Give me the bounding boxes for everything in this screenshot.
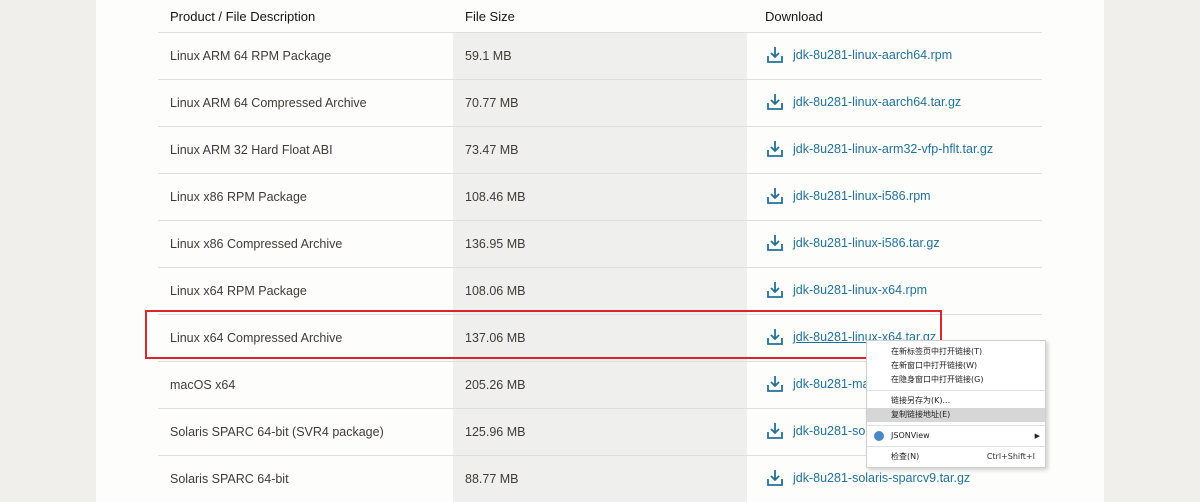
download-link[interactable]: jdk-8u281-sola: [765, 421, 875, 441]
download-filename: jdk-8u281-linux-i586.rpm: [793, 188, 931, 203]
download-filename: jdk-8u281-solaris-sparcv9.tar.gz: [793, 470, 971, 485]
row-file-size: 88.77 MB: [453, 455, 747, 502]
download-icon: [767, 234, 783, 251]
row-description: Linux x86 Compressed Archive: [158, 220, 453, 268]
table-row: Linux ARM 32 Hard Float ABI 73.47 MB jdk-8…: [158, 126, 1042, 174]
ctx-separator: [867, 446, 1045, 447]
header-description: Product / File Description: [170, 8, 316, 24]
ctx-open-new-window[interactable]: 在新窗口中打开链接(W): [867, 359, 1045, 373]
row-file-size: 73.47 MB: [453, 126, 747, 174]
download-filename: jdk-8u281-linux-aarch64.rpm: [793, 47, 953, 62]
download-filename: jdk-8u281-mac: [793, 376, 876, 391]
table-row: Linux ARM 64 RPM Package 59.1 MB jdk-8u281…: [158, 32, 1042, 80]
download-icon: [767, 140, 783, 157]
ctx-separator: [867, 390, 1045, 391]
download-link[interactable]: jdk-8u281-linux-arm32-vfp-hflt.tar.gz: [765, 139, 993, 159]
context-menu: 在新标签页中打开链接(T) 在新窗口中打开链接(W) 在隐身窗口中打开链接(G)…: [866, 340, 1046, 468]
download-filename: jdk-8u281-linux-arm32-vfp-hflt.tar.gz: [793, 141, 994, 156]
download-link[interactable]: jdk-8u281-linux-aarch64.tar.gz: [765, 92, 961, 112]
table-row: Linux ARM 64 Compressed Archive 70.77 MB j…: [158, 79, 1042, 127]
download-link[interactable]: jdk-8u281-linux-x64.rpm: [765, 280, 927, 300]
row-download: jdk-8u281-linux-x64.rpm: [747, 267, 1042, 315]
row-file-size: 108.46 MB: [453, 173, 747, 221]
table-header-row: Product / File Description File Size Dow…: [158, 0, 1042, 33]
download-icon: [767, 422, 783, 439]
ctx-shortcut: Ctrl+Shift+I: [986, 452, 1035, 461]
table-row: Linux x64 RPM Package 108.06 MB jdk-8u281-…: [158, 267, 1042, 315]
table-row: Linux x86 Compressed Archive 136.95 MB jdk…: [158, 220, 1042, 268]
row-file-size: 205.26 MB: [453, 361, 747, 409]
header-file-size: File Size: [465, 8, 515, 24]
ctx-jsonview[interactable]: JSONView ▶: [867, 429, 1045, 443]
download-link[interactable]: jdk-8u281-solaris-sparcv9.tar.gz: [765, 468, 970, 488]
table-row: Linux x86 RPM Package 108.46 MB jdk-8u281-…: [158, 173, 1042, 221]
ctx-label: JSONView: [891, 431, 930, 440]
download-filename: jdk-8u281-linux-aarch64.tar.gz: [793, 94, 962, 109]
row-description: macOS x64: [158, 361, 453, 409]
ctx-open-incognito[interactable]: 在隐身窗口中打开链接(G): [867, 373, 1045, 387]
row-download: jdk-8u281-linux-arm32-vfp-hflt.tar.gz: [747, 126, 1042, 174]
row-description: Solaris SPARC 64-bit (SVR4 package): [158, 408, 453, 456]
row-description: Linux x64 RPM Package: [158, 267, 453, 315]
download-filename: jdk-8u281-sola: [793, 423, 875, 438]
ctx-separator: [867, 425, 1045, 426]
row-file-size: 108.06 MB: [453, 267, 747, 315]
row-download: jdk-8u281-linux-aarch64.tar.gz: [747, 79, 1042, 127]
row-download: jdk-8u281-linux-aarch64.rpm: [747, 32, 1042, 80]
ctx-label: 在新窗口中打开链接(W): [891, 361, 978, 370]
download-icon: [767, 46, 783, 63]
row-file-size: 59.1 MB: [453, 32, 747, 80]
row-description: Linux x64 Compressed Archive: [158, 314, 453, 362]
download-link[interactable]: jdk-8u281-mac: [765, 374, 876, 394]
row-file-size: 137.06 MB: [453, 314, 747, 362]
ctx-copy-link-address[interactable]: 复制链接地址(E): [867, 408, 1045, 422]
download-icon: [767, 328, 783, 345]
download-filename: jdk-8u281-linux-i586.tar.gz: [793, 235, 940, 250]
row-description: Linux ARM 64 Compressed Archive: [158, 79, 453, 127]
download-icon: [767, 93, 783, 110]
row-description: Linux ARM 32 Hard Float ABI: [158, 126, 453, 174]
ctx-label: 检查(N): [891, 452, 920, 461]
download-filename: jdk-8u281-linux-x64.rpm: [793, 282, 928, 297]
row-download: jdk-8u281-linux-i586.rpm: [747, 173, 1042, 221]
ctx-open-new-tab[interactable]: 在新标签页中打开链接(T): [867, 345, 1045, 359]
row-file-size: 70.77 MB: [453, 79, 747, 127]
ctx-label: 在隐身窗口中打开链接(G): [891, 375, 984, 384]
download-icon: [767, 281, 783, 298]
download-link[interactable]: jdk-8u281-linux-aarch64.rpm: [765, 45, 952, 65]
row-description: Linux x86 RPM Package: [158, 173, 453, 221]
ctx-label: 链接另存为(K)...: [891, 396, 951, 405]
download-link[interactable]: jdk-8u281-linux-i586.tar.gz: [765, 233, 940, 253]
ctx-label: 复制链接地址(E): [891, 410, 951, 419]
download-icon: [767, 187, 783, 204]
ctx-inspect[interactable]: 检查(N) Ctrl+Shift+I: [867, 450, 1045, 464]
row-description: Solaris SPARC 64-bit: [158, 455, 453, 502]
row-file-size: 136.95 MB: [453, 220, 747, 268]
ctx-label: 在新标签页中打开链接(T): [891, 347, 983, 356]
header-download: Download: [765, 8, 823, 24]
ctx-save-link-as[interactable]: 链接另存为(K)...: [867, 394, 1045, 408]
row-download: jdk-8u281-linux-i586.tar.gz: [747, 220, 1042, 268]
row-file-size: 125.96 MB: [453, 408, 747, 456]
submenu-arrow-icon: ▶: [1034, 432, 1040, 440]
download-icon: [767, 375, 783, 392]
download-icon: [767, 469, 783, 486]
jsonview-icon: [874, 431, 884, 441]
row-description: Linux ARM 64 RPM Package: [158, 32, 453, 80]
download-link[interactable]: jdk-8u281-linux-i586.rpm: [765, 186, 931, 206]
